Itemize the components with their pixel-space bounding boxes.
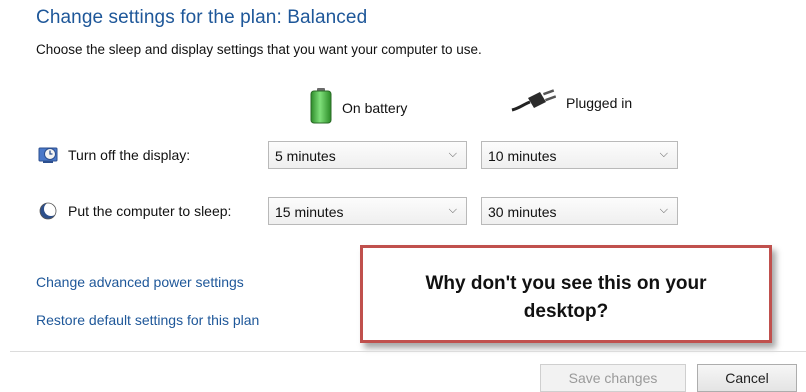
display-plugged-value: 10 minutes bbox=[488, 148, 557, 164]
put-to-sleep-label: Put the computer to sleep: bbox=[68, 203, 232, 219]
page-title: Change settings for the plan: Balanced bbox=[36, 7, 368, 28]
sleep-plugged-select[interactable]: 30 minutes ⌵ bbox=[481, 197, 678, 225]
chevron-down-icon: ⌵ bbox=[448, 148, 457, 160]
cancel-button[interactable]: Cancel bbox=[697, 364, 797, 392]
column-on-battery: On battery bbox=[310, 88, 407, 127]
display-battery-value: 5 minutes bbox=[275, 148, 336, 164]
row-turn-off-display: Turn off the display: bbox=[38, 145, 190, 165]
callout-line-2: desktop? bbox=[523, 301, 609, 322]
turn-off-display-label: Turn off the display: bbox=[68, 147, 191, 163]
power-plug-icon bbox=[510, 88, 557, 117]
sleep-battery-select[interactable]: 15 minutes ⌵ bbox=[268, 197, 467, 225]
callout-line-1: Why don't you see this on your bbox=[425, 273, 707, 294]
battery-icon bbox=[310, 88, 332, 127]
display-battery-select[interactable]: 5 minutes ⌵ bbox=[268, 141, 467, 169]
chevron-down-icon: ⌵ bbox=[659, 204, 668, 216]
callout-box: Why don't you see this on your desktop? bbox=[360, 245, 772, 343]
display-clock-icon bbox=[38, 145, 58, 165]
restore-default-settings-link[interactable]: Restore default settings for this plan bbox=[36, 312, 259, 328]
chevron-down-icon: ⌵ bbox=[448, 204, 457, 216]
change-advanced-power-settings-link[interactable]: Change advanced power settings bbox=[36, 274, 244, 290]
chevron-down-icon: ⌵ bbox=[659, 148, 668, 160]
plugged-in-label: Plugged in bbox=[566, 94, 633, 111]
column-plugged-in: Plugged in bbox=[510, 88, 632, 117]
footer-divider bbox=[10, 351, 806, 352]
display-plugged-select[interactable]: 10 minutes ⌵ bbox=[481, 141, 678, 169]
sleep-plugged-value: 30 minutes bbox=[488, 204, 557, 220]
on-battery-label: On battery bbox=[342, 99, 408, 116]
sleep-battery-value: 15 minutes bbox=[275, 204, 344, 220]
save-changes-button[interactable]: Save changes bbox=[540, 364, 686, 392]
row-put-to-sleep: Put the computer to sleep: bbox=[38, 201, 231, 221]
sleep-moon-icon bbox=[38, 201, 58, 221]
page-subtitle: Choose the sleep and display settings th… bbox=[36, 42, 482, 57]
